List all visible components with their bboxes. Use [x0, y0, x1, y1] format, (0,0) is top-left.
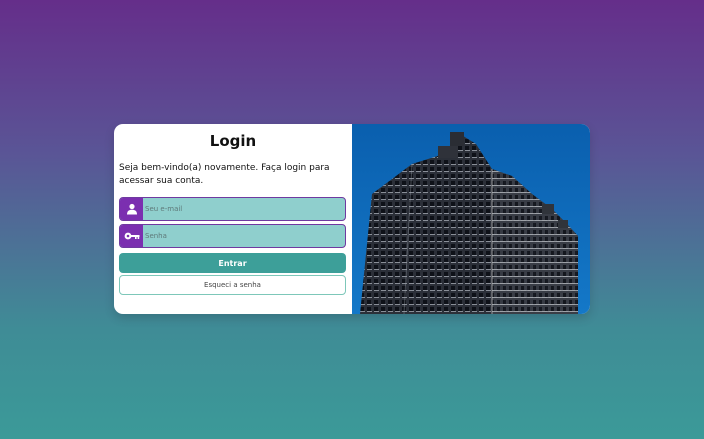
password-field[interactable]	[119, 224, 346, 248]
user-icon	[120, 198, 143, 220]
submit-button[interactable]: Entrar	[119, 253, 346, 273]
login-card: Login Seja bem-vindo(a) novamente. Faça …	[114, 124, 590, 314]
building-image	[352, 124, 590, 314]
key-icon	[120, 225, 143, 247]
forgot-password-button[interactable]: Esqueci a senha	[119, 275, 346, 295]
page-title: Login	[209, 132, 257, 150]
password-input[interactable]	[144, 225, 345, 247]
building-photo	[352, 124, 590, 314]
login-form: Login Seja bem-vindo(a) novamente. Faça …	[114, 124, 352, 314]
welcome-text: Seja bem-vindo(a) novamente. Faça login …	[119, 163, 330, 186]
email-field[interactable]	[119, 197, 346, 221]
email-input[interactable]	[144, 198, 345, 220]
